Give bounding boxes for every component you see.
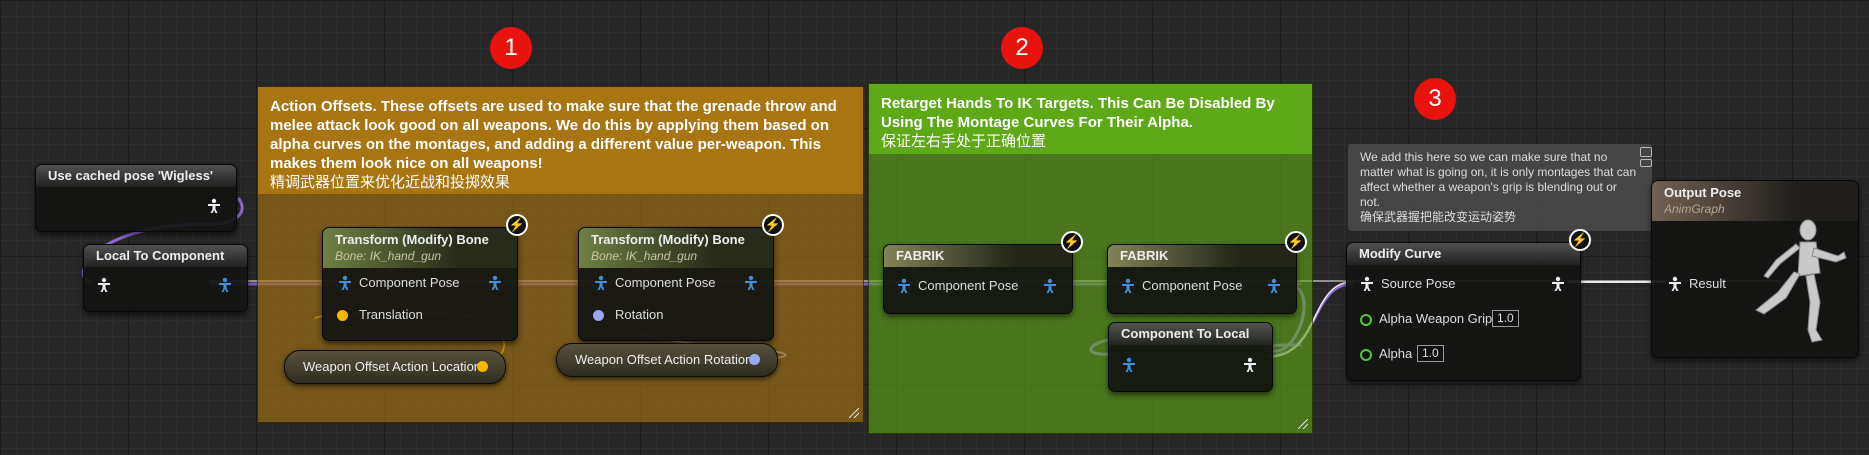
node-subtitle: Bone: IK_hand_gun [591, 249, 698, 263]
resize-grip-icon[interactable] [849, 408, 859, 418]
node-comment-bubble: We add this here so we can make sure tha… [1348, 144, 1652, 231]
node-fabrik-2[interactable]: FABRIK Component Pose [1107, 244, 1297, 314]
pin-label-result: Result [1689, 276, 1726, 291]
fast-path-bolt-icon: ⚡ [1569, 229, 1591, 251]
pose-pin-icon[interactable] [593, 275, 609, 291]
pill-label: Weapon Offset Action Location [303, 359, 482, 374]
node-title: FABRIK [1108, 245, 1296, 267]
node-title: Component To Local [1109, 323, 1272, 345]
comment-text: Action Offsets. These offsets are used t… [270, 98, 837, 172]
pill-label: Weapon Offset Action Rotation [575, 352, 753, 367]
node-title-text: Transform (Modify) Bone [591, 232, 745, 247]
pose-pin-icon[interactable] [206, 198, 222, 214]
pose-pin-icon[interactable] [743, 275, 759, 291]
pin-label-rotation: Rotation [615, 307, 664, 322]
comment-text-cn: 精调武器位置来优化近战和投掷效果 [270, 174, 511, 191]
pin-label-translation: Translation [359, 307, 423, 322]
pose-pin-icon[interactable] [1120, 278, 1136, 294]
comment-text: Retarget Hands To IK Targets. This Can B… [881, 95, 1275, 131]
pose-pin-icon[interactable] [1042, 278, 1058, 294]
float-pin-icon[interactable] [1360, 349, 1372, 361]
step-badge-3: 3 [1414, 78, 1456, 120]
step-badge-1: 1 [490, 27, 532, 69]
pin-label-alpha-weapon-grip: Alpha Weapon Grip [1379, 311, 1493, 326]
mannequin-icon [1755, 219, 1847, 343]
node-local-to-component[interactable]: Local To Component [83, 244, 248, 312]
fast-path-bolt-icon: ⚡ [762, 214, 784, 236]
pin-label-component-pose: Component Pose [918, 278, 1019, 293]
pose-pin-icon[interactable] [1667, 276, 1683, 292]
node-title: Output Pose AnimGraph [1652, 181, 1858, 221]
comment-header: Retarget Hands To IK Targets. This Can B… [869, 84, 1312, 154]
pose-pin-icon[interactable] [1359, 276, 1375, 292]
pose-pin-icon[interactable] [1266, 278, 1282, 294]
pin-label-component-pose: Component Pose [615, 275, 716, 290]
node-title: FABRIK [884, 245, 1072, 267]
node-title: Local To Component [84, 245, 247, 267]
fast-path-bolt-icon: ⚡ [1061, 231, 1083, 253]
node-transform-modify-bone-1[interactable]: Transform (Modify) Bone Bone: IK_hand_gu… [322, 227, 518, 341]
bubble-text: We add this here so we can make sure tha… [1360, 150, 1637, 209]
pose-pin-icon[interactable] [337, 275, 353, 291]
bubble-text-cn: 确保武器握把能改变运动姿势 [1360, 210, 1517, 224]
pose-pin-icon[interactable] [217, 277, 233, 293]
pin-bubble-icon[interactable] [1640, 147, 1652, 157]
node-subtitle: Bone: IK_hand_gun [335, 249, 442, 263]
pin-label-component-pose: Component Pose [359, 275, 460, 290]
rotation-pin-icon[interactable] [749, 354, 760, 365]
pose-pin-icon[interactable] [1550, 276, 1566, 292]
pin-label-source-pose: Source Pose [1381, 276, 1456, 291]
pose-pin-icon[interactable] [487, 275, 503, 291]
pin-label-component-pose: Component Pose [1142, 278, 1243, 293]
node-component-to-local[interactable]: Component To Local [1108, 322, 1273, 392]
pose-pin-icon[interactable] [1121, 357, 1137, 373]
alpha-input[interactable]: 1.0 [1417, 345, 1444, 362]
node-modify-curve[interactable]: Modify Curve Source Pose Alpha Weapon Gr… [1346, 242, 1581, 381]
node-use-cached-pose[interactable]: Use cached pose 'Wigless' [35, 164, 237, 232]
pose-pin-icon[interactable] [896, 278, 912, 294]
float-pin-icon[interactable] [1360, 314, 1372, 326]
rotation-pin-icon[interactable] [593, 310, 604, 321]
node-title-text: Transform (Modify) Bone [335, 232, 489, 247]
fast-path-bolt-icon: ⚡ [1285, 231, 1307, 253]
node-fabrik-1[interactable]: FABRIK Component Pose [883, 244, 1073, 314]
pose-pin-icon[interactable] [96, 277, 112, 293]
node-transform-modify-bone-2[interactable]: Transform (Modify) Bone Bone: IK_hand_gu… [578, 227, 774, 341]
bubble-visibility-icon[interactable] [1640, 159, 1652, 167]
alpha-weapon-grip-input[interactable]: 1.0 [1492, 310, 1519, 327]
pin-label-alpha: Alpha [1379, 346, 1413, 361]
anim-graph-canvas[interactable]: Action Offsets. These offsets are used t… [0, 0, 1869, 455]
node-title: Transform (Modify) Bone Bone: IK_hand_gu… [323, 228, 517, 268]
resize-grip-icon[interactable] [1298, 419, 1308, 429]
comment-text-cn: 保证左右手处于正确位置 [881, 133, 1047, 150]
node-weapon-offset-action-location[interactable]: Weapon Offset Action Location [284, 350, 506, 384]
fast-path-bolt-icon: ⚡ [506, 214, 528, 236]
translation-pin-icon[interactable] [337, 310, 348, 321]
step-badge-2: 2 [1001, 27, 1043, 69]
comment-header: Action Offsets. These offsets are used t… [258, 87, 863, 194]
node-title: Use cached pose 'Wigless' [36, 165, 236, 187]
translation-pin-icon[interactable] [477, 361, 488, 372]
node-weapon-offset-action-rotation[interactable]: Weapon Offset Action Rotation [556, 343, 778, 377]
pose-pin-icon[interactable] [1242, 357, 1258, 373]
node-title-text: Output Pose [1664, 185, 1742, 200]
node-subtitle: AnimGraph [1664, 202, 1725, 216]
node-title: Transform (Modify) Bone Bone: IK_hand_gu… [579, 228, 773, 268]
node-output-pose[interactable]: Output Pose AnimGraph Result [1651, 180, 1859, 358]
node-title: Modify Curve [1347, 243, 1580, 265]
